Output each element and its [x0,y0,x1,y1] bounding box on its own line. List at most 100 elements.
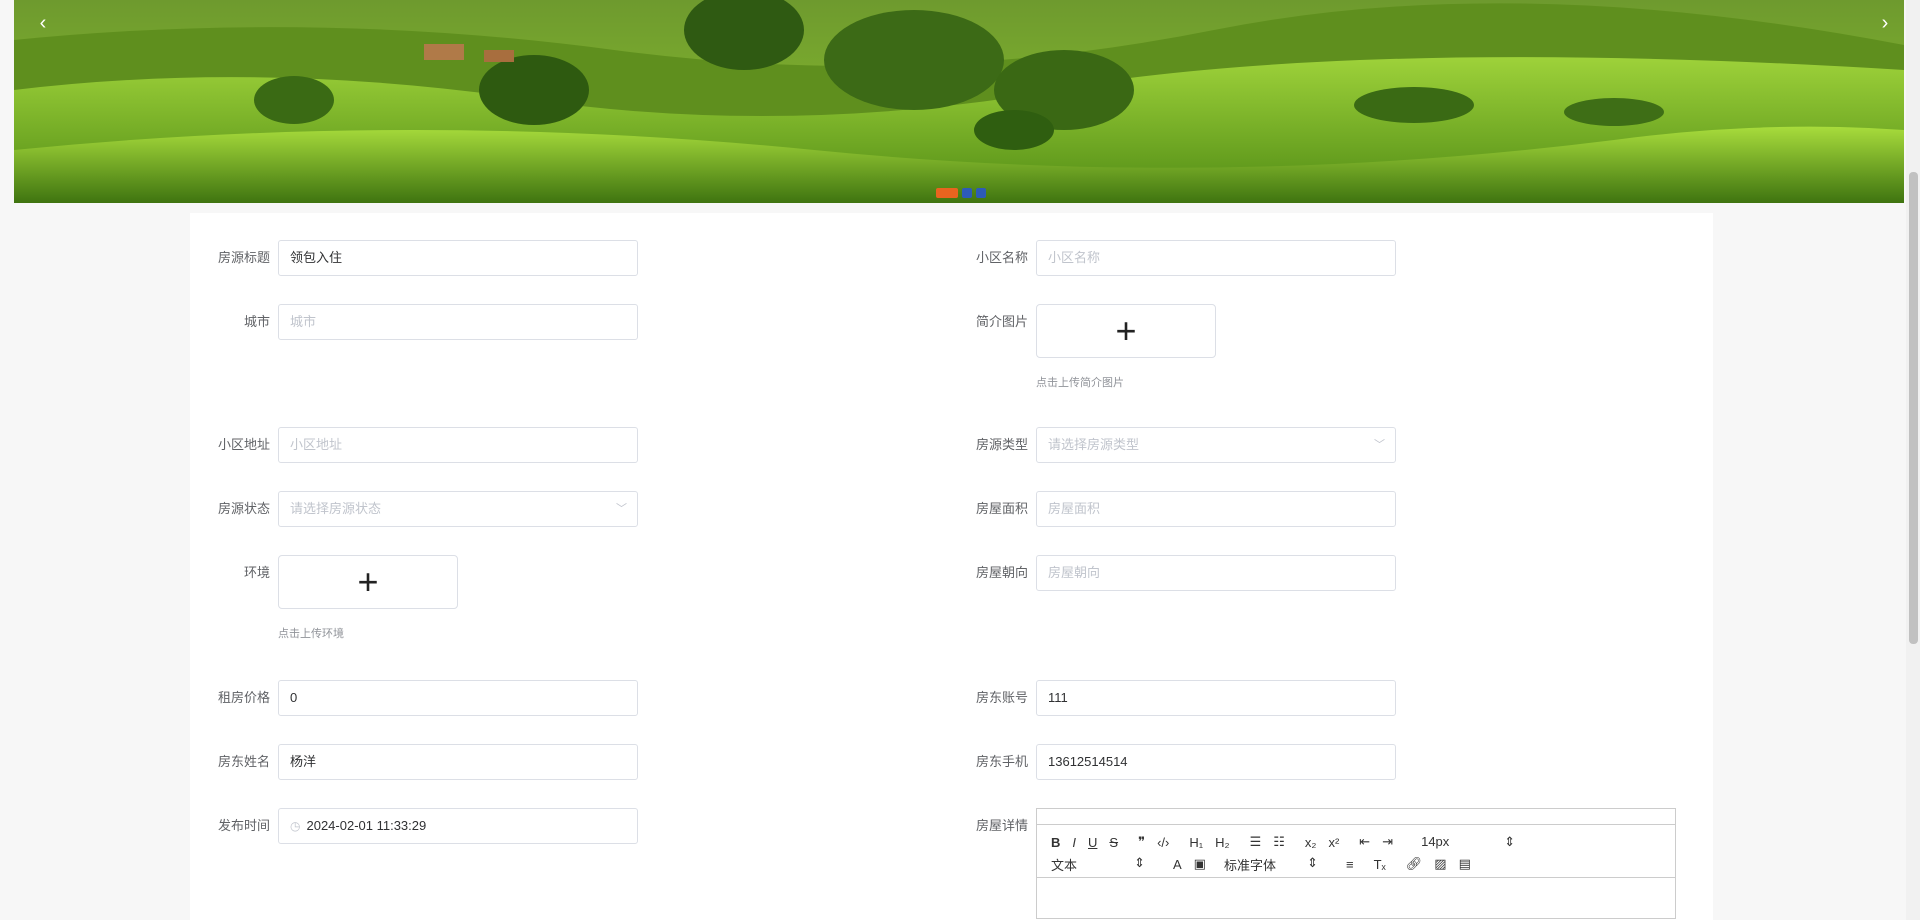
superscript-icon[interactable]: x² [1328,835,1339,850]
field-label: 房东手机 [975,754,1028,769]
upload-tip: 点击上传环境 [278,628,344,640]
video-icon[interactable]: ▤ [1459,856,1471,872]
price-input[interactable]: 0 [278,680,638,716]
field-title: 房源标题 领包入住 [214,240,638,276]
banner-landscape-image [14,0,1904,203]
carousel-prev-button[interactable]: ‹ [28,10,58,40]
field-label: 房源类型 [975,437,1028,452]
field-label: 发布时间 [217,818,270,833]
address-input[interactable]: 小区地址 [278,427,638,463]
italic-icon[interactable]: I [1072,835,1076,850]
publish-time-value: 2024-02-01 11:33:29 [306,818,427,833]
house-form-card: 房源标题 领包入住 城市 城市 小区地址 小区地址 房源状态 请选择房源状态 ﹀… [190,213,1713,920]
orientation-input[interactable]: 房屋朝向 [1036,555,1396,591]
editor-toolbar: B I U S ❞ ‹/› H₁ H₂ ☰ ☷ x₂ x² ⇤ ⇥ 14px ⇕… [1037,825,1675,878]
clear-format-icon[interactable]: Tₓ [1374,857,1386,872]
field-community: 小区名称 小区名称 [972,240,1396,276]
field-status: 房源状态 请选择房源状态 ﹀ [214,491,638,527]
title-input[interactable]: 领包入住 [278,240,638,276]
header-2-icon[interactable]: H₂ [1215,835,1229,850]
clock-icon: ◷ [290,819,301,833]
bullet-list-icon[interactable]: ☷ [1273,834,1285,850]
field-label: 房源状态 [217,501,270,516]
bold-icon[interactable]: B [1051,835,1060,850]
subscript-icon[interactable]: x₂ [1305,835,1317,850]
editor-content-area[interactable] [1037,878,1675,918]
field-house-type: 房源类型 请选择房源类型 ﹀ [972,427,1396,463]
text-color-icon[interactable]: A [1173,857,1182,872]
upload-tip: 点击上传简介图片 [1036,377,1124,389]
house-type-select[interactable]: 请选择房源类型 ﹀ [1036,427,1396,463]
status-select[interactable]: 请选择房源状态 ﹀ [278,491,638,527]
header-1-icon[interactable]: H₁ [1189,835,1203,850]
header-select[interactable]: 文本 ⇕ [1051,855,1145,874]
code-block-icon[interactable]: ‹/› [1157,835,1169,850]
carousel-indicators [936,188,986,198]
updown-icon: ⇕ [1504,834,1516,849]
field-landlord-account: 房东账号 111 [972,680,1396,716]
field-label: 简介图片 [975,314,1028,329]
header-value: 文本 [1051,857,1078,873]
area-input[interactable]: 房屋面积 [1036,491,1396,527]
field-label: 房东账号 [975,690,1028,705]
field-label: 小区名称 [975,250,1028,265]
landlord-account-input[interactable]: 111 [1036,680,1396,716]
plus-icon: + [357,561,379,602]
field-area: 房屋面积 房屋面积 [972,491,1396,527]
underline-icon[interactable]: U [1088,835,1097,850]
field-label: 小区地址 [217,437,270,452]
carousel-indicator[interactable] [976,188,986,198]
scrollbar-thumb[interactable] [1909,172,1918,644]
field-orientation: 房屋朝向 房屋朝向 [972,555,1396,591]
outdent-icon[interactable]: ⇤ [1359,834,1370,850]
background-color-icon[interactable]: ▣ [1194,856,1206,872]
font-family-value: 标准字体 [1223,857,1276,873]
cover-upload-button[interactable]: + [1036,304,1216,358]
landlord-name-input[interactable]: 杨洋 [278,744,638,780]
field-details: 房屋详情 B I U S ❞ ‹/› H₁ H₂ ☰ ☷ x₂ x² ⇤ ⇥ 1… [972,808,1676,919]
font-family-select[interactable]: 标准字体 ⇕ [1224,855,1318,874]
updown-icon: ⇕ [1134,854,1145,870]
field-landlord-name: 房东姓名 杨洋 [214,744,638,780]
landlord-phone-input[interactable]: 13612514514 [1036,744,1396,780]
banner-carousel: ‹ › [14,0,1904,203]
publish-time-picker[interactable]: ◷ 2024-02-01 11:33:29 [278,808,638,844]
environment-upload-button[interactable]: + [278,555,458,609]
field-city: 城市 城市 [214,304,638,340]
field-label: 城市 [243,314,270,329]
rich-text-editor: B I U S ❞ ‹/› H₁ H₂ ☰ ☷ x₂ x² ⇤ ⇥ 14px ⇕… [1036,808,1676,919]
page-scrollbar[interactable] [1906,0,1920,920]
indent-icon[interactable]: ⇥ [1382,834,1393,850]
field-price: 租房价格 0 [214,680,638,716]
image-icon[interactable]: ▨ [1434,856,1446,872]
community-input[interactable]: 小区名称 [1036,240,1396,276]
city-input[interactable]: 城市 [278,304,638,340]
field-label: 房屋详情 [975,818,1028,833]
font-size-select[interactable]: 14px ⇕ [1421,834,1515,850]
field-label: 租房价格 [217,690,270,705]
chevron-down-icon: ﹀ [1374,439,1385,451]
chevron-down-icon: ﹀ [616,503,627,515]
carousel-next-button[interactable]: › [1870,10,1900,40]
carousel-indicator[interactable] [936,188,958,198]
plus-icon: + [1115,310,1137,351]
editor-top-bar [1037,809,1675,825]
updown-icon: ⇕ [1307,854,1318,870]
field-address: 小区地址 小区地址 [214,427,638,463]
font-size-value: 14px [1421,834,1450,849]
align-icon[interactable]: ≡ [1346,857,1354,872]
carousel-indicator[interactable] [962,188,972,198]
field-label: 环境 [243,565,270,580]
field-label: 房屋朝向 [975,565,1028,580]
strike-icon[interactable]: S [1109,835,1118,850]
field-label: 房源标题 [217,250,270,265]
field-label: 房屋面积 [975,501,1028,516]
select-placeholder: 请选择房源状态 [290,501,382,516]
ordered-list-icon[interactable]: ☰ [1250,834,1262,850]
select-placeholder: 请选择房源类型 [1048,437,1140,452]
link-icon[interactable]: 🔗︎ [1406,856,1423,872]
field-publish-time: 发布时间 ◷ 2024-02-01 11:33:29 [214,808,638,844]
field-environment: 环境 + 点击上传环境 [214,555,458,641]
blockquote-icon[interactable]: ❞ [1138,834,1145,850]
field-cover-image: 简介图片 + 点击上传简介图片 [972,304,1216,390]
